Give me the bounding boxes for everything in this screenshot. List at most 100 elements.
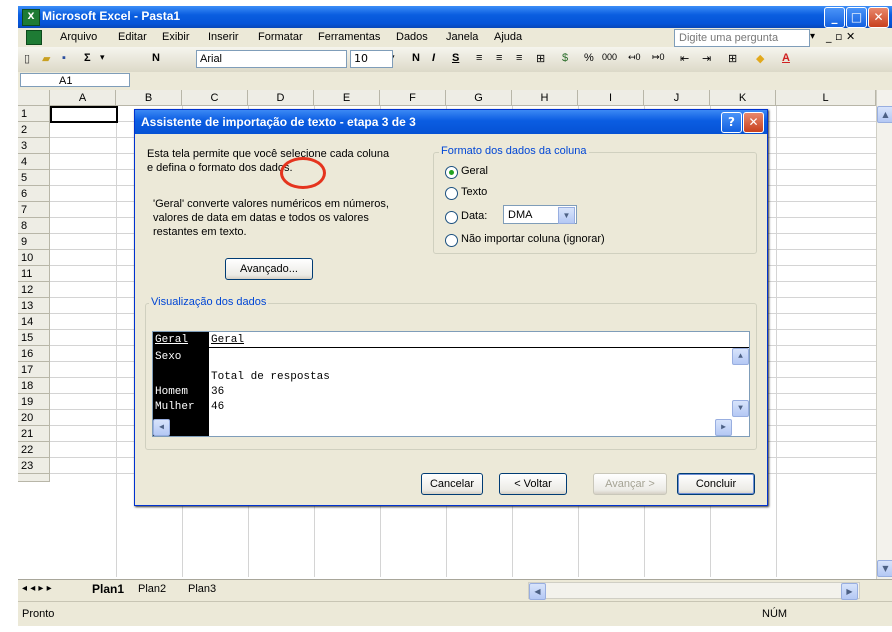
horizontal-scrollbar[interactable]: ◀ ▶ — [528, 582, 860, 600]
row-header-24[interactable] — [18, 474, 50, 482]
row-header-15[interactable]: 15 — [18, 330, 50, 346]
merge-center-icon[interactable]: ⊞ — [536, 52, 545, 65]
percent-button[interactable]: % — [584, 52, 594, 64]
dialog-close-button[interactable]: ✕ — [743, 112, 764, 133]
bold-button-2[interactable]: N — [412, 52, 420, 64]
row-header-20[interactable]: 20 — [18, 410, 50, 426]
scroll-up-icon[interactable]: ▲ — [877, 106, 892, 123]
currency-icon[interactable]: $ — [562, 52, 568, 64]
radio-texto-label[interactable]: Texto — [461, 186, 487, 198]
scroll-left-icon[interactable]: ◀ — [529, 583, 546, 600]
thousands-button[interactable]: 000 — [602, 52, 617, 62]
column-header-j[interactable]: J — [644, 90, 710, 106]
autosum-icon[interactable]: Σ — [84, 52, 91, 64]
row-header-2[interactable]: 2 — [18, 122, 50, 138]
column-header-b[interactable]: B — [116, 90, 182, 106]
borders-icon[interactable]: ⊞ — [728, 52, 737, 65]
row-header-13[interactable]: 13 — [18, 298, 50, 314]
menu-ferramentas[interactable]: Ferramentas — [318, 31, 380, 43]
date-format-select[interactable]: DMA ▼ — [503, 205, 577, 224]
radio-geral-label[interactable]: Geral — [461, 165, 488, 177]
fill-color-icon[interactable]: ◆ — [756, 52, 764, 65]
tab-plan2[interactable]: Plan2 — [138, 583, 166, 595]
font-size-input[interactable]: 10 — [350, 50, 393, 68]
row-header-4[interactable]: 4 — [18, 154, 50, 170]
bold-button[interactable]: N — [152, 52, 160, 64]
underline-button[interactable]: S — [452, 52, 459, 64]
row-header-21[interactable]: 21 — [18, 426, 50, 442]
row-header-17[interactable]: 17 — [18, 362, 50, 378]
select-all-corner[interactable] — [18, 90, 50, 106]
preview-header-2[interactable]: Geral — [211, 334, 244, 346]
maximize-button[interactable]: □ — [846, 7, 867, 28]
tab-plan3[interactable]: Plan3 — [188, 583, 216, 595]
row-header-18[interactable]: 18 — [18, 378, 50, 394]
row-header-14[interactable]: 14 — [18, 314, 50, 330]
row-header-7[interactable]: 7 — [18, 202, 50, 218]
row-header-9[interactable]: 9 — [18, 234, 50, 250]
align-left-icon[interactable]: ≡ — [476, 52, 482, 64]
menu-dados[interactable]: Dados — [396, 31, 428, 43]
italic-button[interactable]: I — [432, 52, 435, 64]
ask-question-input[interactable]: Digite uma pergunta — [674, 29, 810, 47]
decrease-decimal-icon[interactable]: ↦0 — [652, 52, 665, 63]
radio-texto[interactable] — [445, 187, 458, 200]
preview-scroll-left-icon[interactable]: ◀ — [153, 419, 170, 436]
vertical-scrollbar[interactable]: ▲ ▼ — [876, 90, 892, 579]
advanced-button[interactable]: Avançado... — [225, 258, 313, 280]
increase-indent-icon[interactable]: ⇥ — [702, 52, 711, 65]
column-header-k[interactable]: K — [710, 90, 776, 106]
align-center-icon[interactable]: ≡ — [496, 52, 502, 64]
column-header-c[interactable]: C — [182, 90, 248, 106]
close-button[interactable]: ✕ — [868, 7, 889, 28]
column-header-e[interactable]: E — [314, 90, 380, 106]
preview-scroll-down-icon[interactable]: ▼ — [732, 400, 749, 417]
chevron-down-icon[interactable]: ▾ — [100, 52, 105, 63]
align-right-icon[interactable]: ≡ — [516, 52, 522, 64]
row-header-11[interactable]: 11 — [18, 266, 50, 282]
menu-editar[interactable]: Editar — [118, 31, 147, 43]
font-color-icon[interactable]: A — [782, 52, 790, 64]
preview-scroll-up-icon[interactable]: ▲ — [732, 348, 749, 365]
decrease-indent-icon[interactable]: ⇤ — [680, 52, 689, 65]
radio-nao-importar-label[interactable]: Não importar coluna (ignorar) — [461, 233, 605, 245]
column-header-a[interactable]: A — [50, 90, 116, 106]
menu-ajuda[interactable]: Ajuda — [494, 31, 522, 43]
minimize-button[interactable]: _ — [824, 7, 845, 28]
row-header-12[interactable]: 12 — [18, 282, 50, 298]
menu-inserir[interactable]: Inserir — [208, 31, 239, 43]
open-icon[interactable]: ▰ — [42, 52, 50, 65]
chevron-down-icon[interactable]: ▾ — [810, 31, 815, 42]
row-header-19[interactable]: 19 — [18, 394, 50, 410]
back-button[interactable]: < Voltar — [499, 473, 567, 495]
row-header-6[interactable]: 6 — [18, 186, 50, 202]
row-header-5[interactable]: 5 — [18, 170, 50, 186]
menu-exibir[interactable]: Exibir — [162, 31, 190, 43]
chevron-down-icon[interactable]: ▼ — [558, 207, 575, 224]
row-header-23[interactable]: 23 — [18, 458, 50, 474]
cancel-button[interactable]: Cancelar — [421, 473, 483, 495]
column-header-h[interactable]: H — [512, 90, 578, 106]
row-header-10[interactable]: 10 — [18, 250, 50, 266]
radio-data[interactable] — [445, 211, 458, 224]
menu-formatar[interactable]: Formatar — [258, 31, 303, 43]
preview-scroll-right-icon[interactable]: ▶ — [715, 419, 732, 436]
scroll-right-icon[interactable]: ▶ — [841, 583, 858, 600]
preview-header-1[interactable]: Geral — [155, 334, 188, 346]
name-box[interactable]: A1 — [20, 73, 130, 87]
radio-nao-importar[interactable] — [445, 234, 458, 247]
column-header-l[interactable]: L — [776, 90, 876, 106]
column-header-i[interactable]: I — [578, 90, 644, 106]
new-icon[interactable]: ▯ — [24, 52, 30, 65]
row-header-8[interactable]: 8 — [18, 218, 50, 234]
tab-plan1[interactable]: Plan1 — [92, 582, 124, 596]
row-header-3[interactable]: 3 — [18, 138, 50, 154]
menu-janela[interactable]: Janela — [446, 31, 478, 43]
active-cell-a1[interactable] — [50, 106, 118, 123]
increase-decimal-icon[interactable]: ↤0 — [628, 52, 641, 63]
row-header-1[interactable]: 1 — [18, 106, 50, 122]
radio-geral[interactable] — [445, 166, 458, 179]
column-header-g[interactable]: G — [446, 90, 512, 106]
data-preview[interactable]: Geral Geral Sexo Total de respostas Home… — [152, 331, 750, 437]
help-button[interactable]: ? — [721, 112, 742, 133]
